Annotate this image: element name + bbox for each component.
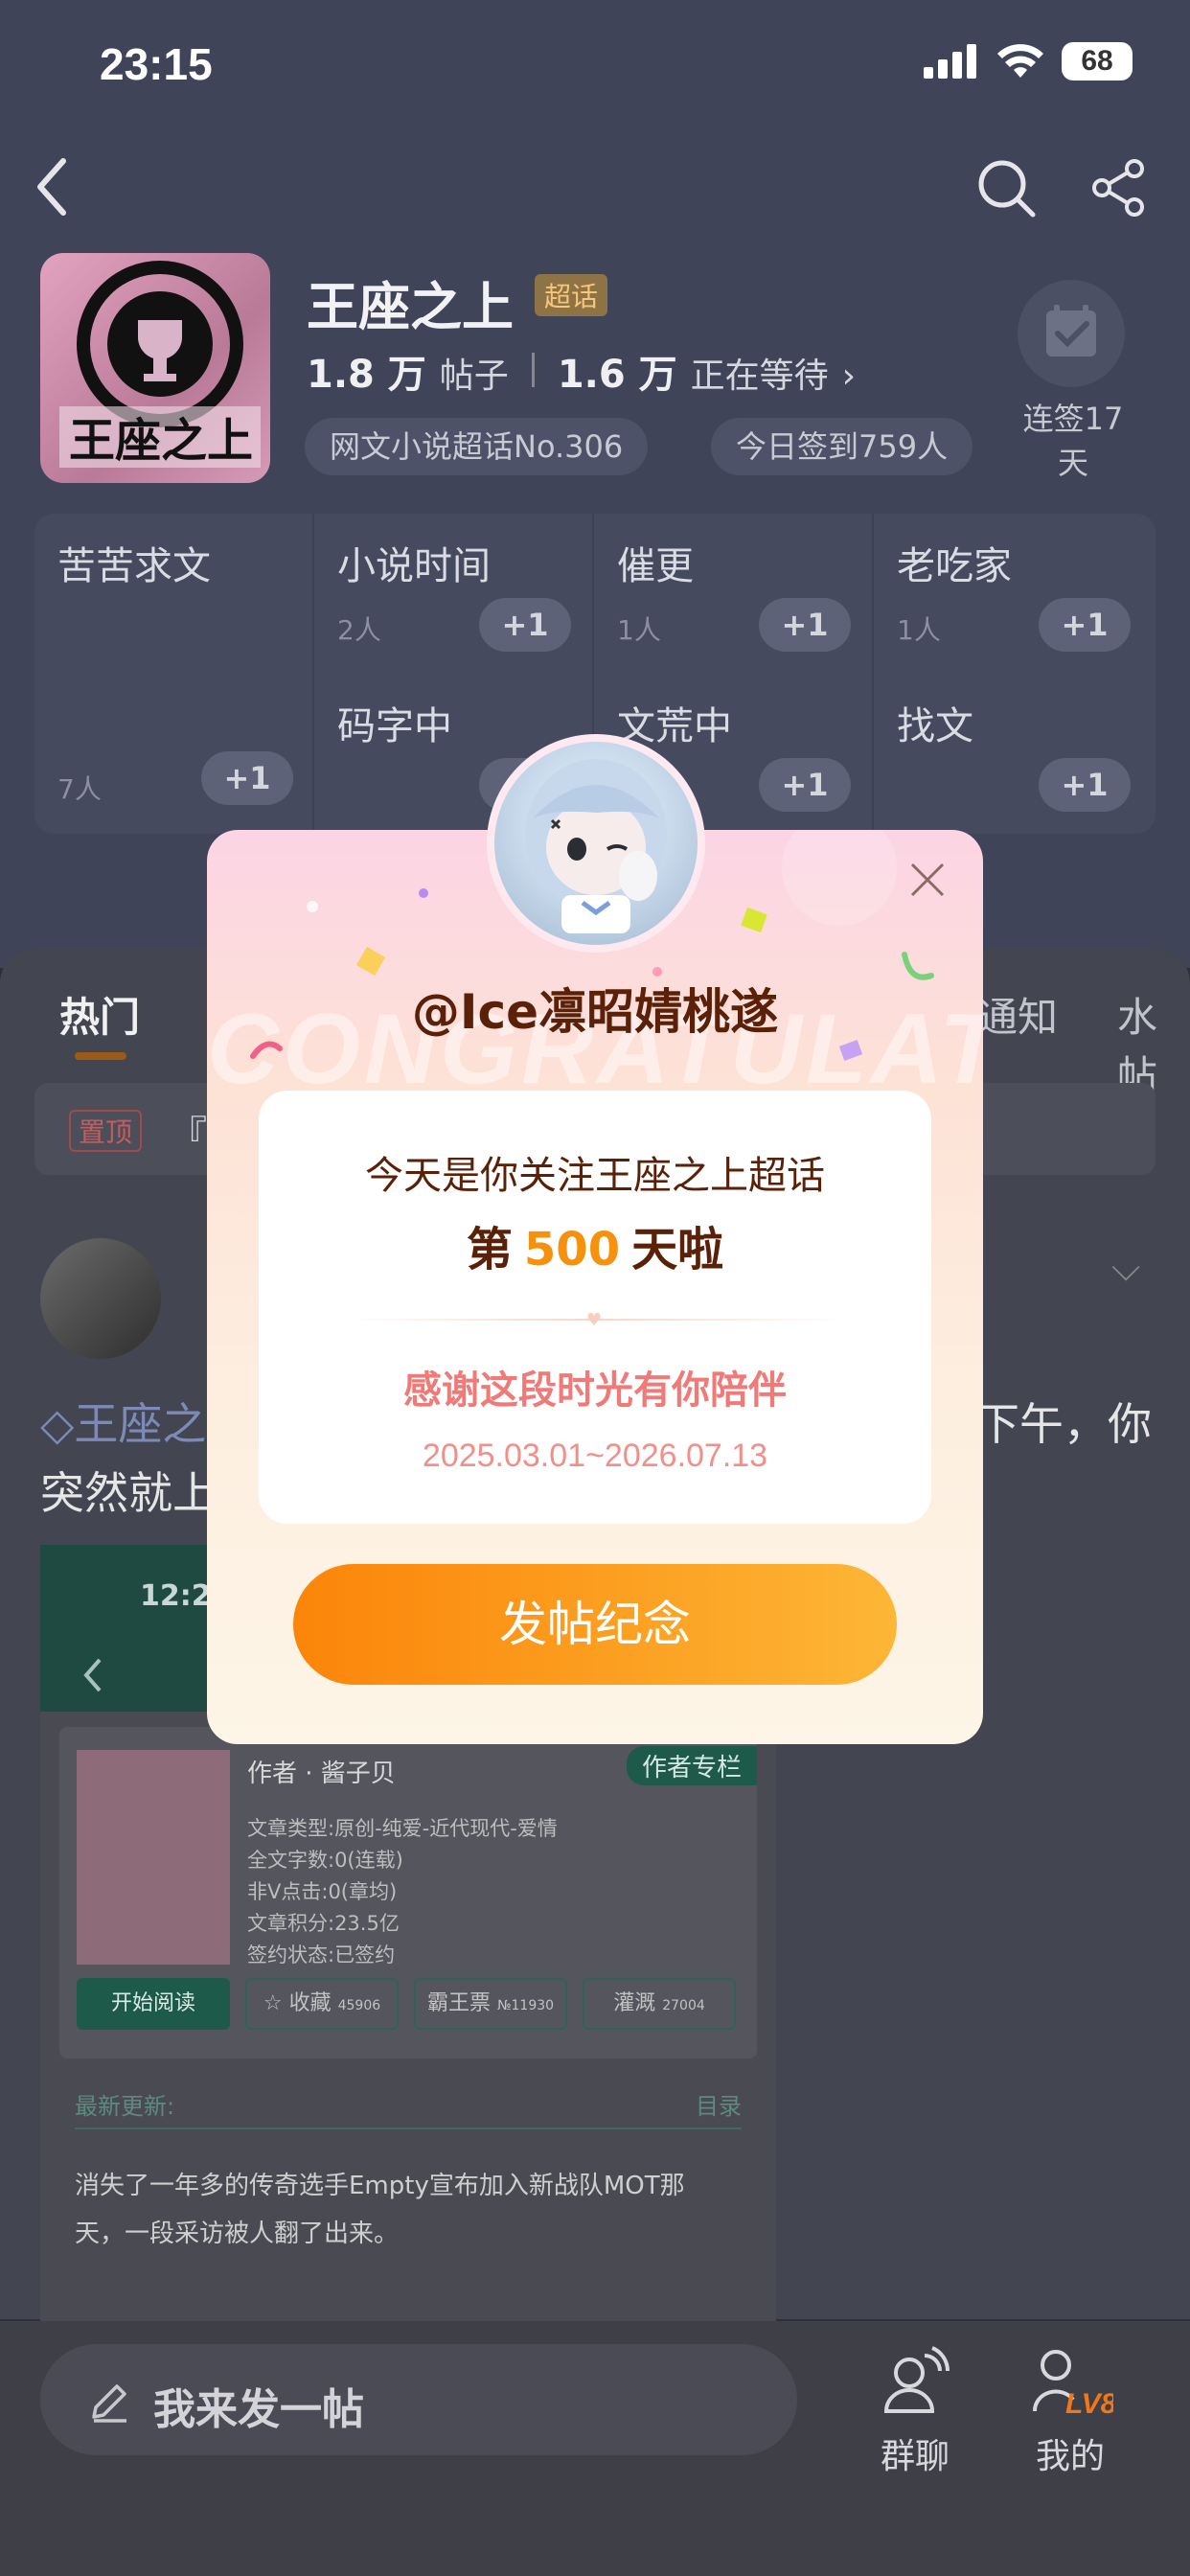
- follow-message: 今天是你关注王座之上超话: [365, 1154, 825, 1198]
- day-count-line: 第 500 天啦: [259, 1211, 931, 1278]
- close-icon[interactable]: [906, 859, 949, 901]
- day-suffix: 天啦: [631, 1223, 724, 1276]
- day-prefix: 第: [466, 1223, 513, 1276]
- anniversary-card: 今天是你关注王座之上超话 第 500 天啦 ♥ 感谢这段时光有你陪伴 2025.03…: [259, 1091, 931, 1524]
- day-count: 500: [523, 1223, 621, 1276]
- anime-avatar-image: [525, 759, 667, 933]
- date-range: 2025.03.01~2026.07.13: [422, 1438, 768, 1474]
- anniversary-modal: CONGRATULATE @Ice凛昭婧桃遂 今天是你关注王座之上超话 第500…: [207, 830, 983, 1744]
- post-commemorate-button[interactable]: 发帖纪念: [293, 1564, 897, 1685]
- heart-icon: ♥: [586, 1310, 603, 1330]
- modal-username: @Ice凛昭婧桃遂: [411, 984, 779, 1040]
- thanks-message: 感谢这段时光有你陪伴: [403, 1368, 787, 1413]
- avatar: [487, 734, 705, 953]
